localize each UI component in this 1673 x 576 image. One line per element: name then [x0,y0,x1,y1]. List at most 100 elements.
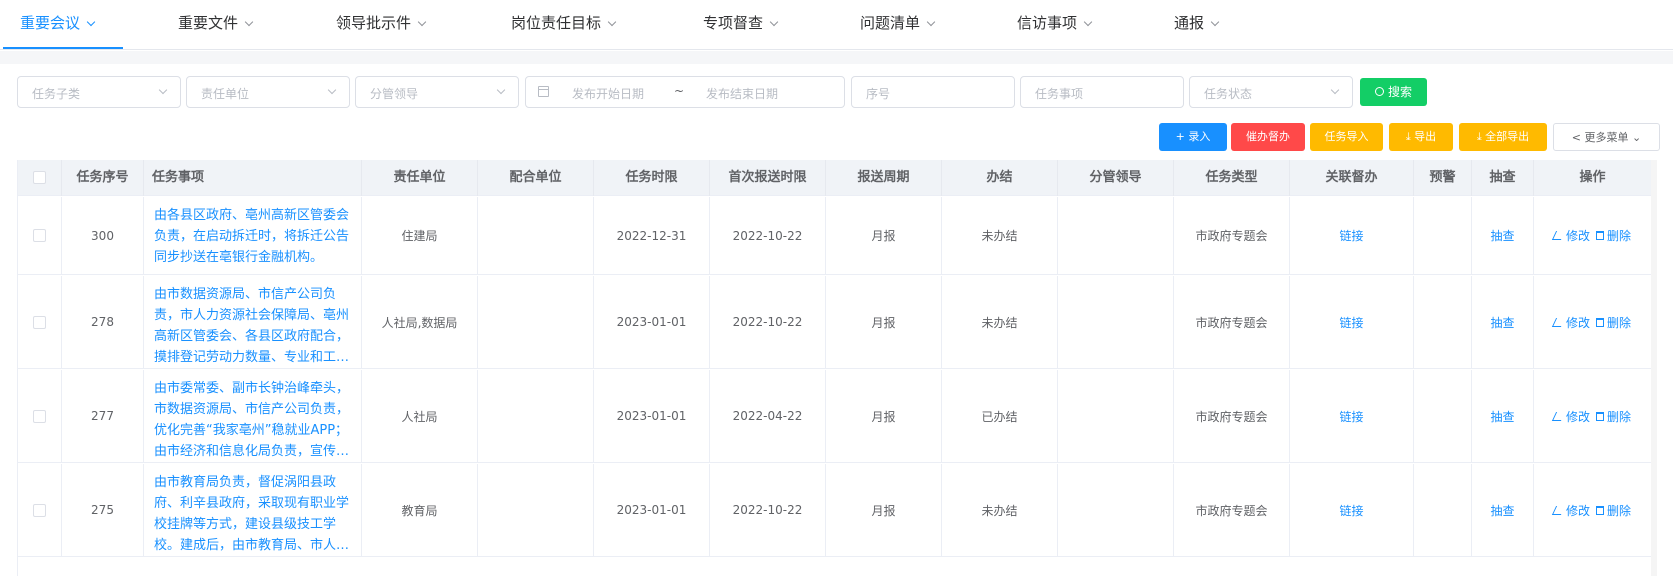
cell-task[interactable]: 由市委常委、副市长钟治峰牵头，市数据资源局、市信产公司负责，优化完善“我家亳州”… [144,370,362,462]
publish-date-range-picker[interactable]: 发布开始日期 ~ 发布结束日期 [525,76,845,108]
row-checkbox[interactable] [33,503,46,517]
chevron-down-icon [1210,17,1220,27]
calendar-icon [538,86,549,97]
seq-input[interactable]: 序号 [851,76,1015,108]
cell-leader [1058,370,1174,462]
chevron-down-icon [327,85,337,95]
cell-resp: 人社局,数据局 [362,276,478,368]
responsible-unit-select[interactable]: 责任单位 [186,76,350,108]
table-row: 277 由市委常委、副市长钟治峰牵头，市数据资源局、市信产公司负责，优化完善“我… [18,370,1651,463]
edit-icon [1551,317,1566,327]
delete-button[interactable]: 删除 [1596,227,1631,244]
linked-link[interactable]: 链接 [1339,227,1363,244]
chevron-down-icon [769,17,779,27]
cell-deadline: 2023-01-01 [594,276,710,368]
chevron-down-icon [926,17,936,27]
tab-leader-instructions[interactable]: 领导批示件 [336,12,427,38]
delete-button[interactable]: 删除 [1596,408,1631,425]
tab-important-meetings[interactable]: 重要会议 [20,12,96,38]
delete-button[interactable]: 删除 [1596,502,1631,519]
select-all-checkbox[interactable] [33,171,46,184]
share-icon: < [1571,131,1581,144]
header-linked: 关联督办 [1290,160,1414,196]
cell-task[interactable]: 由市教育局负责，督促涡阳县政府、利辛县政府，采取现有职业学校挂牌等方式，建设县级… [144,464,362,556]
cell-seq: 275 [62,464,144,556]
header-ops: 操作 [1534,160,1651,196]
cell-leader [1058,464,1174,556]
chevron-down-icon [417,17,427,27]
linked-link[interactable]: 链接 [1339,314,1363,331]
cell-done: 已办结 [942,370,1058,462]
cell-seq: 278 [62,276,144,368]
task-import-button[interactable]: 任务导入 [1310,123,1383,151]
cell-task[interactable]: 由各县区政府、亳州高新区管委会负责，在启动拆迁时，将拆迁公告同步抄送在亳银行金融… [144,197,362,274]
tab-issue-list[interactable]: 问题清单 [860,12,936,38]
row-checkbox[interactable] [33,315,46,329]
tab-important-documents[interactable]: 重要文件 [178,12,254,38]
cell-seq: 300 [62,197,144,274]
cell-warn [1414,370,1472,462]
header-deadline: 任务时限 [594,160,710,196]
spot-check-link[interactable]: 抽查 [1490,227,1514,244]
cell-type: 市政府专题会 [1174,370,1290,462]
header-cycle: 报送周期 [826,160,942,196]
row-checkbox[interactable] [33,229,46,242]
task-item-input[interactable]: 任务事项 [1020,76,1184,108]
trash-icon [1596,231,1604,240]
trash-icon [1596,411,1604,421]
spot-check-link[interactable]: 抽查 [1490,502,1514,519]
tab-bulletin[interactable]: 通报 [1174,12,1220,38]
spot-check-link[interactable]: 抽查 [1490,408,1514,425]
header-select-all[interactable] [18,160,62,196]
chevron-down-icon [86,17,96,27]
tab-special-supervision[interactable]: 专项督查 [703,12,779,38]
search-button[interactable]: 搜索 [1360,78,1427,106]
cell-resp: 人社局 [362,370,478,462]
export-all-button[interactable]: ⤓ 全部导出 [1459,123,1547,151]
urge-supervise-button[interactable]: 催办督办 [1231,123,1305,151]
cell-deadline: 2023-01-01 [594,464,710,556]
active-tab-indicator [3,47,123,49]
edit-icon [1551,505,1566,515]
header-resp: 责任单位 [362,160,478,196]
edit-button[interactable]: 修改 [1551,408,1590,425]
table-row: 300 由各县区政府、亳州高新区管委会负责，在启动拆迁时，将拆迁公告同步抄送在亳… [18,197,1651,275]
row-checkbox[interactable] [33,409,46,423]
leader-select[interactable]: 分管领导 [355,76,519,108]
cell-type: 市政府专题会 [1174,464,1290,556]
cell-leader [1058,197,1174,274]
chevron-down-icon [244,17,254,27]
linked-link[interactable]: 链接 [1339,408,1363,425]
header-first: 首次报送时限 [710,160,826,196]
chevron-down-icon [1083,17,1093,27]
header-done: 办结 [942,160,1058,196]
table-row: 278 由市数据资源局、市信产公司负责，市人力资源社会保障局、亳州高新区管委会、… [18,276,1651,369]
cell-task[interactable]: 由市数据资源局、市信产公司负责，市人力资源社会保障局、亳州高新区管委会、各县区政… [144,276,362,368]
table-vertical-scrollbar[interactable] [1651,160,1657,576]
chevron-down-icon: ⌄ [1632,131,1642,144]
header-type: 任务类型 [1174,160,1290,196]
task-status-select[interactable]: 任务状态 [1189,76,1353,108]
tab-post-responsibility-goals[interactable]: 岗位责任目标 [511,12,617,38]
edit-icon [1551,231,1566,240]
cell-warn [1414,464,1472,556]
edit-button[interactable]: 修改 [1551,502,1590,519]
cell-warn [1414,276,1472,368]
trash-icon [1596,317,1604,327]
spot-check-link[interactable]: 抽查 [1490,314,1514,331]
chevron-down-icon [496,85,506,95]
cell-first: 2022-10-22 [710,197,826,274]
cell-type: 市政府专题会 [1174,276,1290,368]
edit-button[interactable]: 修改 [1551,227,1590,244]
add-button[interactable]: + 录入 [1159,123,1227,151]
header-coop: 配合单位 [478,160,594,196]
tab-petition-items[interactable]: 信访事项 [1017,12,1093,38]
more-menu-button[interactable]: < 更多菜单 ⌄ [1553,123,1660,151]
export-button[interactable]: ⤓ 导出 [1389,123,1453,151]
task-subtype-select[interactable]: 任务子类 [17,76,181,108]
chevron-down-icon [158,85,168,95]
cell-resp: 教育局 [362,464,478,556]
edit-button[interactable]: 修改 [1551,314,1590,331]
delete-button[interactable]: 删除 [1596,314,1631,331]
linked-link[interactable]: 链接 [1339,502,1363,519]
